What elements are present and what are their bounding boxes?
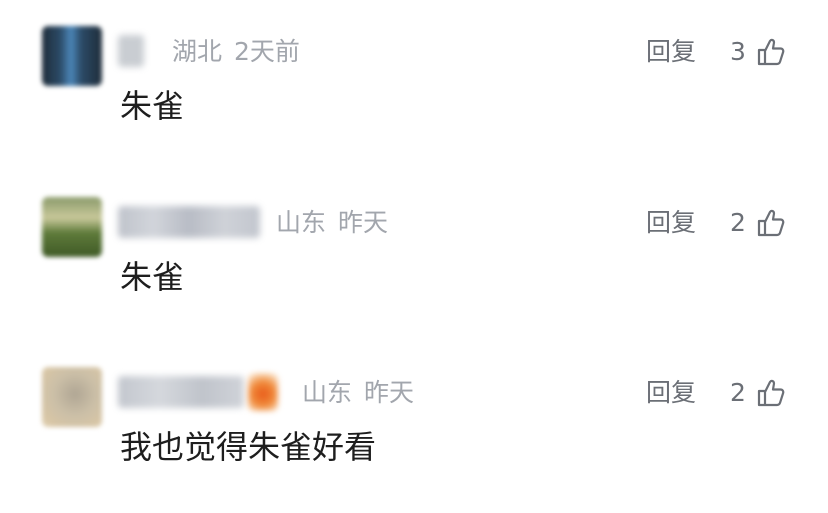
username-blurred[interactable] — [118, 35, 144, 67]
timestamp: 昨天 — [338, 208, 389, 237]
username-blurred[interactable] — [118, 376, 244, 408]
reply-button[interactable]: 回复 — [646, 207, 696, 239]
thumbs-up-icon[interactable] — [755, 36, 787, 68]
timestamp: 昨天 — [364, 378, 415, 407]
timestamp: 2天前 — [234, 37, 300, 66]
comment-meta: 山东 昨天 — [302, 377, 414, 409]
location-label: 湖北 — [172, 37, 223, 66]
like-count: 2 — [730, 208, 746, 237]
comment-item: 山东 昨天 回复 2 朱雀 — [0, 193, 828, 343]
location-label: 山东 — [302, 378, 353, 407]
thumbs-up-icon[interactable] — [755, 377, 787, 409]
comment-text: 朱雀 — [120, 87, 185, 125]
comment-item: 山东 昨天 回复 2 我也觉得朱雀好看 — [0, 363, 828, 513]
avatar[interactable] — [42, 197, 102, 257]
avatar[interactable] — [42, 367, 102, 427]
location-label: 山东 — [276, 208, 327, 237]
reply-button[interactable]: 回复 — [646, 36, 696, 68]
user-badge-blurred — [248, 373, 278, 411]
username-blurred[interactable] — [118, 206, 260, 238]
reply-button[interactable]: 回复 — [646, 377, 696, 409]
avatar[interactable] — [42, 26, 102, 86]
comment-text: 朱雀 — [120, 258, 185, 296]
comment-meta: 山东 昨天 — [276, 207, 388, 239]
like-count: 2 — [730, 378, 746, 407]
comment-text: 我也觉得朱雀好看 — [120, 428, 377, 466]
comment-item: 湖北 2天前 回复 3 朱雀 — [0, 22, 828, 172]
thumbs-up-icon[interactable] — [755, 207, 787, 239]
comment-meta: 湖北 2天前 — [172, 36, 300, 68]
like-count: 3 — [730, 37, 746, 66]
